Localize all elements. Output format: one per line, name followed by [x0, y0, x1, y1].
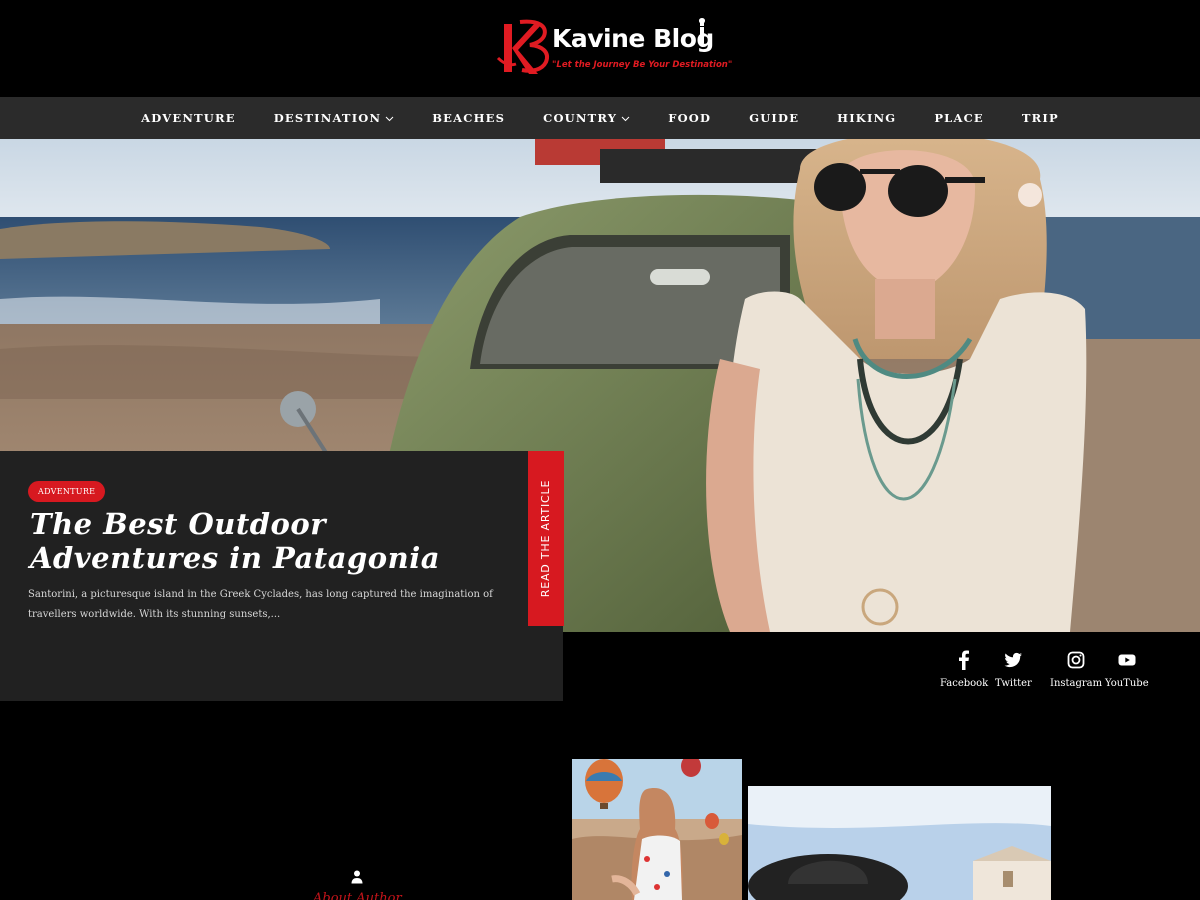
nav-item-trip[interactable]: TRIP: [1022, 111, 1059, 125]
nav-item-guide[interactable]: GUIDE: [749, 111, 799, 125]
nav-item-beaches[interactable]: BEACHES: [432, 111, 505, 125]
site-logo[interactable]: Kavine Blog "Let the Journey Be Your Des…: [494, 18, 732, 78]
main-navigation: ADVENTURE DESTINATION BEACHES COUNTRY FOOD GU…: [0, 97, 1200, 139]
nav-item-hiking[interactable]: HIKING: [837, 111, 896, 125]
nav-item-food[interactable]: FOOD: [668, 111, 711, 125]
about-author-heading: About Author: [313, 891, 402, 900]
social-label: Instagram: [1050, 678, 1103, 689]
social-youtube[interactable]: YouTube: [1105, 650, 1149, 689]
social-label: Facebook: [940, 678, 989, 689]
category-badge[interactable]: ADVENTURE: [28, 481, 106, 502]
post-excerpt: Santorini, a picturesque island in the G…: [28, 589, 493, 620]
site-title: Kavine Blog: [552, 24, 714, 53]
nav-item-adventure[interactable]: ADVENTURE: [141, 111, 236, 125]
social-facebook[interactable]: Facebook: [940, 650, 988, 689]
nav-item-label: HIKING: [837, 111, 897, 125]
nav-item-destination[interactable]: DESTINATION: [274, 111, 394, 125]
social-twitter[interactable]: Twitter: [995, 650, 1032, 689]
post-thumbnail-balloons[interactable]: [572, 759, 742, 900]
read-article-button[interactable]: READ THE ARTICLE: [528, 451, 564, 626]
nav-item-country[interactable]: COUNTRY: [543, 111, 630, 125]
post-title[interactable]: The Best Outdoor Adventures in Patagonia: [30, 507, 510, 575]
user-icon: [351, 870, 363, 884]
nav-item-label: COUNTRY: [543, 111, 618, 125]
nav-item-label: ADVENTURE: [141, 111, 236, 125]
logo-mark-icon: [496, 19, 549, 74]
chevron-down-icon: [385, 116, 394, 121]
twitter-icon: [1004, 652, 1023, 668]
nav-item-label: BEACHES: [432, 111, 506, 125]
tool-icon: [698, 18, 706, 46]
nav-item-place[interactable]: PLACE: [934, 111, 984, 125]
nav-item-label: PLACE: [934, 111, 984, 125]
social-label: YouTube: [1105, 678, 1149, 689]
social-instagram[interactable]: Instagram: [1050, 650, 1102, 689]
facebook-icon: [959, 650, 970, 670]
nav-item-label: TRIP: [1021, 111, 1059, 125]
social-links: Facebook Twitter Instagram YouTube: [0, 650, 1200, 700]
instagram-icon: [1067, 651, 1085, 669]
social-label: Twitter: [995, 678, 1032, 689]
chevron-down-icon: [621, 116, 630, 121]
site-header: Kavine Blog "Let the Journey Be Your Des…: [0, 0, 1200, 97]
post-thumbnail-hat[interactable]: [748, 786, 1051, 900]
nav-item-label: FOOD: [668, 111, 712, 125]
youtube-icon: [1118, 654, 1136, 666]
site-tagline: "Let the Journey Be Your Destination": [552, 60, 733, 70]
read-article-label: READ THE ARTICLE: [539, 479, 553, 598]
nav-item-label: DESTINATION: [273, 111, 382, 125]
nav-item-label: GUIDE: [749, 111, 800, 125]
